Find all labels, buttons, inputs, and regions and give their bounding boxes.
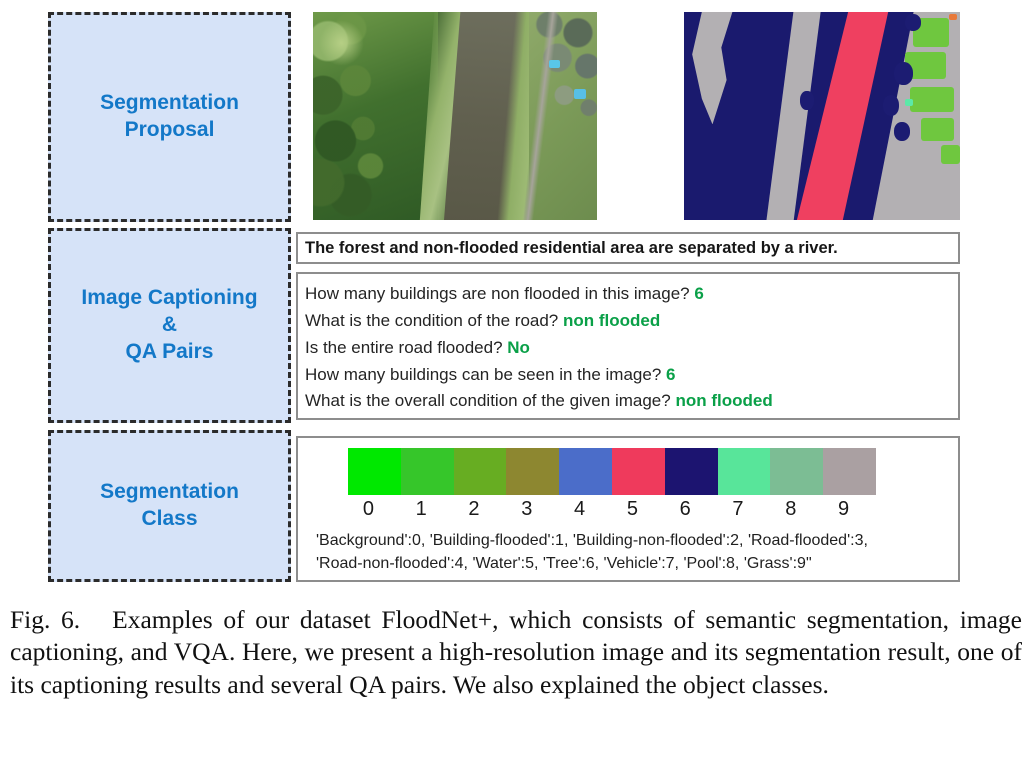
mask-tree-2 — [893, 61, 914, 85]
row-label-segmentation-class-text: Segmentation Class — [100, 480, 239, 530]
class-swatch-8 — [770, 448, 824, 495]
class-swatch-2 — [453, 448, 507, 495]
class-tick-3: 3 — [521, 498, 533, 520]
photo-pool-1 — [548, 59, 561, 69]
class-tick-8: 8 — [785, 498, 797, 520]
class-list-line-2: 'Road-non-flooded':4, 'Water':5, 'Tree':… — [316, 554, 812, 572]
mask-tree-3 — [882, 95, 900, 116]
qa-pair-row: What is the condition of the road? non f… — [305, 308, 958, 335]
row-label-image-captioning-qa: Image Captioning & QA Pairs — [48, 228, 291, 423]
figure-caption-text: Examples of our dataset FloodNet+, which… — [10, 605, 1022, 699]
qa-pair-row: What is the overall condition of the giv… — [305, 388, 958, 415]
mask-grass-patch-left — [692, 12, 734, 125]
qa-question: What is the condition of the road? — [305, 310, 559, 330]
photo-clearing-region — [318, 20, 365, 67]
mask-building-5 — [940, 145, 960, 164]
class-swatch-1 — [400, 448, 454, 495]
figure-caption: Fig. 6. Examples of our dataset FloodNet… — [10, 604, 1022, 701]
class-list-line-1: 'Background':0, 'Building-flooded':1, 'B… — [316, 532, 868, 549]
segmentation-mask-image — [684, 12, 960, 220]
row-label-segmentation-proposal: Segmentation Proposal — [48, 12, 291, 222]
qa-pair-row: How many buildings can be seen in the im… — [305, 362, 958, 389]
class-swatch-7 — [717, 448, 771, 495]
class-tick-2: 2 — [468, 498, 480, 520]
figure-number: Fig. 6. — [10, 605, 81, 634]
qa-answer: non flooded — [675, 391, 773, 411]
qa-pair-row: How many buildings are non flooded in th… — [305, 281, 958, 308]
class-tick-6: 6 — [679, 498, 691, 520]
qa-pair-row: Is the entire road flooded? No — [305, 335, 958, 362]
class-tick-4: 4 — [574, 498, 586, 520]
qa-question: How many buildings can be seen in the im… — [305, 364, 662, 384]
class-tick-1: 1 — [415, 498, 427, 520]
class-swatch-5 — [611, 448, 665, 495]
photo-pool-2 — [574, 88, 586, 100]
qa-question: Is the entire road flooded? — [305, 337, 503, 357]
mask-pool-1 — [948, 14, 958, 21]
aerial-photo-image — [313, 12, 597, 220]
qa-answer: 6 — [694, 284, 704, 303]
class-swatch-4 — [559, 448, 612, 495]
class-tick-9: 9 — [838, 498, 850, 520]
class-list-text: 'Background':0, 'Building-flooded':1, 'B… — [316, 530, 952, 575]
class-swatch-6 — [664, 448, 718, 495]
qa-answer: non flooded — [563, 310, 661, 330]
figure-panel: Segmentation Proposal Image Captioning & QA… — [0, 0, 1031, 600]
row-label-segmentation-class: Segmentation Class — [48, 430, 291, 582]
qa-answer: 6 — [666, 364, 676, 384]
segmentation-class-box: 0 1 2 3 4 5 6 7 8 9 'Background':0, 'Building-flo… — [296, 436, 960, 582]
row-label-segmentation-proposal-text: Segmentation Proposal — [100, 91, 239, 141]
mask-vehicle-1 — [904, 99, 914, 106]
mask-building-4 — [921, 118, 955, 141]
class-swatch-9 — [823, 448, 876, 495]
mask-tree-1 — [799, 91, 814, 110]
row-label-image-captioning-qa-text: Image Captioning & QA Pairs — [81, 286, 258, 363]
class-tick-7: 7 — [732, 498, 744, 520]
mask-tree-4 — [893, 122, 911, 141]
class-color-bar — [348, 448, 876, 495]
mask-tree-5 — [904, 14, 922, 31]
qa-question: How many buildings are non flooded in th… — [305, 284, 690, 303]
qa-answer: No — [507, 337, 530, 357]
class-tick-0: 0 — [362, 498, 374, 520]
class-tick-labels: 0 1 2 3 4 5 6 7 8 9 — [348, 498, 876, 526]
qa-question: What is the overall condition of the giv… — [305, 391, 671, 411]
mask-building-3 — [910, 86, 955, 112]
class-swatch-0 — [348, 448, 401, 495]
qa-pairs-box: How many buildings are non flooded in th… — [296, 272, 960, 420]
image-caption-box: The forest and non-flooded residential a… — [296, 232, 960, 264]
class-tick-5: 5 — [626, 498, 638, 520]
class-swatch-3 — [506, 448, 560, 495]
image-caption-text: The forest and non-flooded residential a… — [305, 239, 838, 257]
